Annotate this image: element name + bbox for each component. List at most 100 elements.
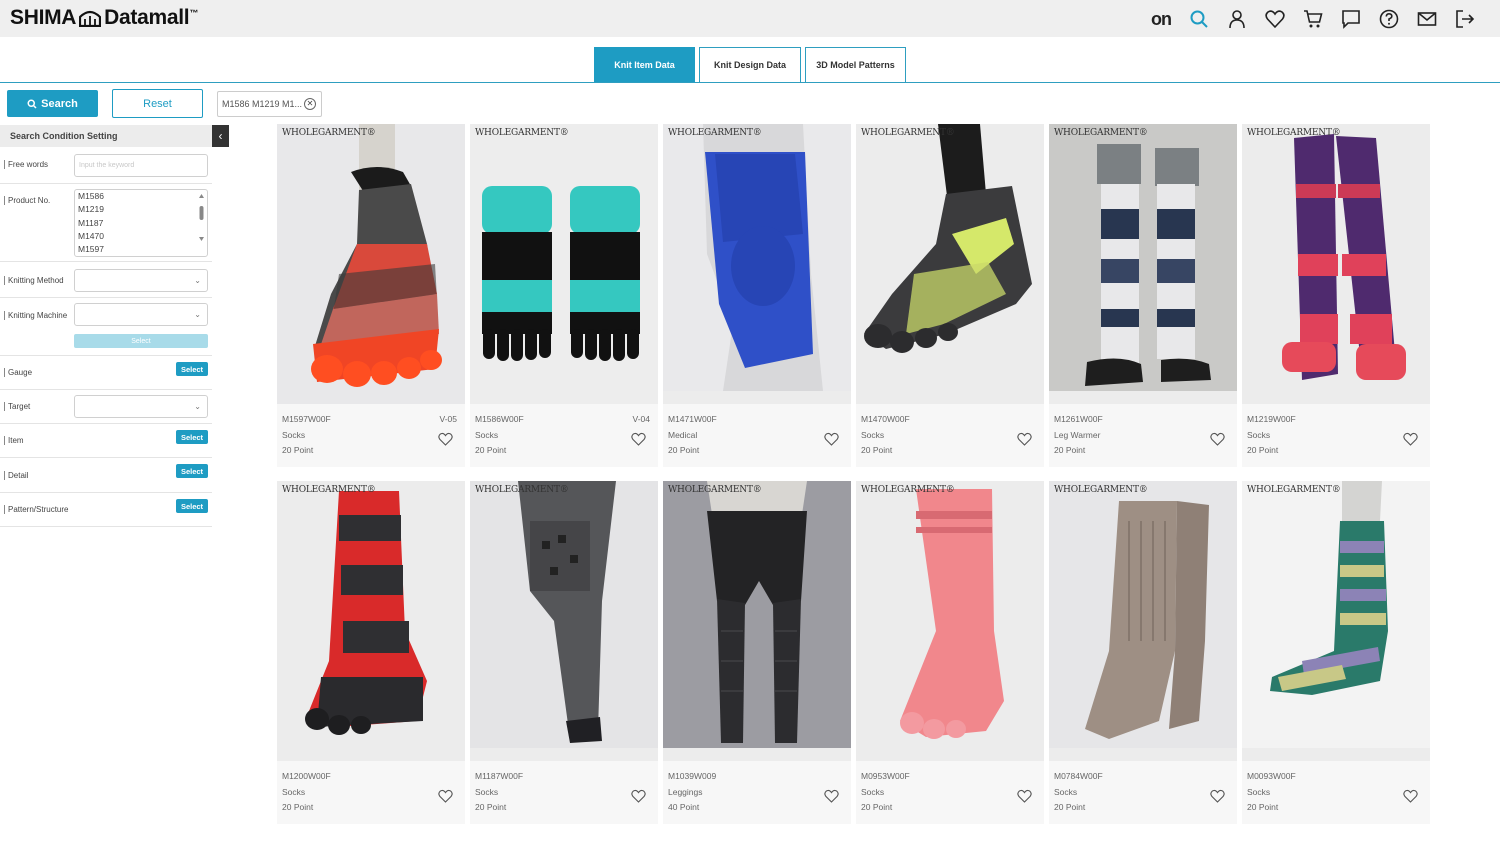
product-meta: M1039W009 Leggings 40 Point: [668, 769, 716, 816]
product-image[interactable]: WHOLEGARMENT®: [663, 481, 851, 761]
product-brand: WHOLEGARMENT®: [1247, 128, 1341, 138]
list-item[interactable]: M1219: [75, 203, 207, 216]
product-code: M0093W00F: [1247, 771, 1296, 781]
heart-icon[interactable]: [1403, 789, 1418, 803]
heart-icon[interactable]: [1403, 432, 1418, 446]
knitting-machine-select-button[interactable]: Select: [74, 334, 208, 348]
target-select[interactable]: ⌄: [74, 395, 208, 418]
tab-knit-item-data[interactable]: Knit Item Data: [594, 47, 695, 83]
knitting-machine-select[interactable]: ⌄: [74, 303, 208, 326]
filter-chip[interactable]: M1586 M1219 M1... ✕: [217, 91, 322, 117]
heart-icon[interactable]: [824, 432, 839, 446]
search-button[interactable]: Search: [7, 90, 98, 117]
help-icon[interactable]: [1370, 8, 1408, 30]
user-icon[interactable]: [1218, 8, 1256, 30]
tab-3d-model-patterns[interactable]: 3D Model Patterns: [805, 47, 906, 83]
heart-icon[interactable]: [1210, 789, 1225, 803]
heart-icon[interactable]: [1017, 432, 1032, 446]
brand-logo[interactable]: SHIMA Datamall ™: [10, 6, 198, 30]
knitting-method-select[interactable]: ⌄: [74, 269, 208, 292]
product-brand: WHOLEGARMENT®: [1247, 485, 1341, 495]
search-icon: [27, 99, 37, 109]
chevron-down-icon: ⌄: [194, 402, 201, 411]
on-logo-text: on: [1151, 8, 1172, 29]
product-image[interactable]: WHOLEGARMENT®: [1049, 124, 1237, 404]
product-version: V-04: [632, 414, 651, 424]
data-type-tabs: Knit Item Data Knit Design Data 3D Model…: [594, 47, 906, 83]
product-meta: M0784W00F Socks 20 Point: [1054, 769, 1103, 816]
chevron-down-icon: ⌄: [194, 310, 201, 319]
product-image[interactable]: WHOLEGARMENT®: [277, 481, 465, 761]
mail-icon[interactable]: [1408, 8, 1446, 30]
list-item[interactable]: M1470: [75, 230, 207, 243]
product-gauge: 20 Point: [1247, 802, 1279, 813]
heart-icon[interactable]: [438, 432, 453, 446]
product-card[interactable]: WHOLEGARMENT® M0784W00F Socks 20 Point: [1049, 481, 1237, 824]
product-code: M1471W00F: [668, 414, 717, 424]
filter-item: Item Select: [0, 424, 212, 458]
product-card[interactable]: WHOLEGARMENT® M1261W00F Leg Warmer 20 Po…: [1049, 124, 1237, 467]
heart-icon[interactable]: [438, 789, 453, 803]
product-brand: WHOLEGARMENT®: [282, 485, 376, 495]
cart-icon[interactable]: [1294, 8, 1332, 30]
list-item[interactable]: M1187: [75, 217, 207, 230]
product-meta: M1187W00F Socks 20 Point: [475, 769, 523, 816]
heart-icon[interactable]: [1256, 8, 1294, 30]
product-meta: M0093W00F Socks 20 Point: [1247, 769, 1296, 816]
list-item[interactable]: M1597: [75, 243, 207, 256]
product-card[interactable]: WHOLEGARMENT® M1597W00F Socks 20 Point V…: [277, 124, 465, 467]
heart-icon[interactable]: [1017, 789, 1032, 803]
product-image[interactable]: WHOLEGARMENT®: [1242, 481, 1430, 761]
product-card[interactable]: WHOLEGARMENT® M1187W00F Socks 20 Point: [470, 481, 658, 824]
product-category: Socks: [475, 786, 499, 797]
product-image[interactable]: WHOLEGARMENT®: [1242, 124, 1430, 404]
heart-icon[interactable]: [1210, 432, 1225, 446]
tab-knit-design-data[interactable]: Knit Design Data: [699, 47, 801, 83]
heart-icon[interactable]: [631, 789, 646, 803]
product-no-listbox[interactable]: M1586 M1219 M1187 M1470 M1597: [74, 189, 208, 257]
pattern-select-button[interactable]: Select: [176, 499, 208, 513]
on-logo-icon[interactable]: on: [1142, 8, 1180, 30]
product-card[interactable]: WHOLEGARMENT® M1586W00F Socks 20 Point V…: [470, 124, 658, 467]
product-image[interactable]: WHOLEGARMENT®: [663, 124, 851, 404]
listbox-scrollbar[interactable]: [198, 192, 205, 254]
header-icon-bar: on: [1142, 8, 1484, 30]
product-image[interactable]: WHOLEGARMENT®: [856, 481, 1044, 761]
brand-name-left: SHIMA: [10, 6, 77, 29]
product-image[interactable]: WHOLEGARMENT®: [470, 124, 658, 404]
product-image[interactable]: WHOLEGARMENT®: [470, 481, 658, 761]
heart-icon[interactable]: [631, 432, 646, 446]
product-card[interactable]: WHOLEGARMENT® M1471W00F Medical 20 Point: [663, 124, 851, 467]
logout-icon[interactable]: [1446, 8, 1484, 30]
reset-button[interactable]: Reset: [112, 89, 203, 118]
filter-gauge: Gauge Select: [0, 356, 212, 390]
search-button-label: Search: [41, 97, 78, 110]
item-select-button[interactable]: Select: [176, 430, 208, 444]
filter-target: Target ⌄: [0, 390, 212, 424]
free-words-input[interactable]: Input the keyword: [74, 154, 208, 177]
product-gauge: 20 Point: [475, 802, 507, 813]
product-gauge: 20 Point: [282, 802, 314, 813]
list-item[interactable]: M1586: [75, 190, 207, 203]
product-card[interactable]: WHOLEGARMENT® M1470W00F Socks 20 Point: [856, 124, 1044, 467]
product-code: M1586W00F: [475, 414, 524, 424]
product-image[interactable]: WHOLEGARMENT®: [856, 124, 1044, 404]
search-icon[interactable]: [1180, 8, 1218, 30]
product-image[interactable]: WHOLEGARMENT®: [277, 124, 465, 404]
product-card[interactable]: WHOLEGARMENT® M1200W00F Socks 20 Point: [277, 481, 465, 824]
product-card[interactable]: WHOLEGARMENT® M0093W00F Socks 20 Point: [1242, 481, 1430, 824]
detail-select-button[interactable]: Select: [176, 464, 208, 478]
collapse-sidebar-button[interactable]: ‹: [212, 125, 229, 147]
product-brand: WHOLEGARMENT®: [861, 485, 955, 495]
product-gauge: 20 Point: [861, 445, 893, 456]
product-code: M1470W00F: [861, 414, 910, 424]
heart-icon[interactable]: [824, 789, 839, 803]
gauge-select-button[interactable]: Select: [176, 362, 208, 376]
product-card[interactable]: WHOLEGARMENT® M1219W00F Socks 20 Point: [1242, 124, 1430, 467]
product-category: Socks: [1247, 429, 1271, 440]
product-card[interactable]: WHOLEGARMENT® M0953W00F Socks 20 Point: [856, 481, 1044, 824]
close-icon[interactable]: ✕: [304, 98, 316, 110]
chat-icon[interactable]: [1332, 8, 1370, 30]
product-image[interactable]: WHOLEGARMENT®: [1049, 481, 1237, 761]
product-card[interactable]: WHOLEGARMENT® M1039W009 Leggings 40 Poin…: [663, 481, 851, 824]
